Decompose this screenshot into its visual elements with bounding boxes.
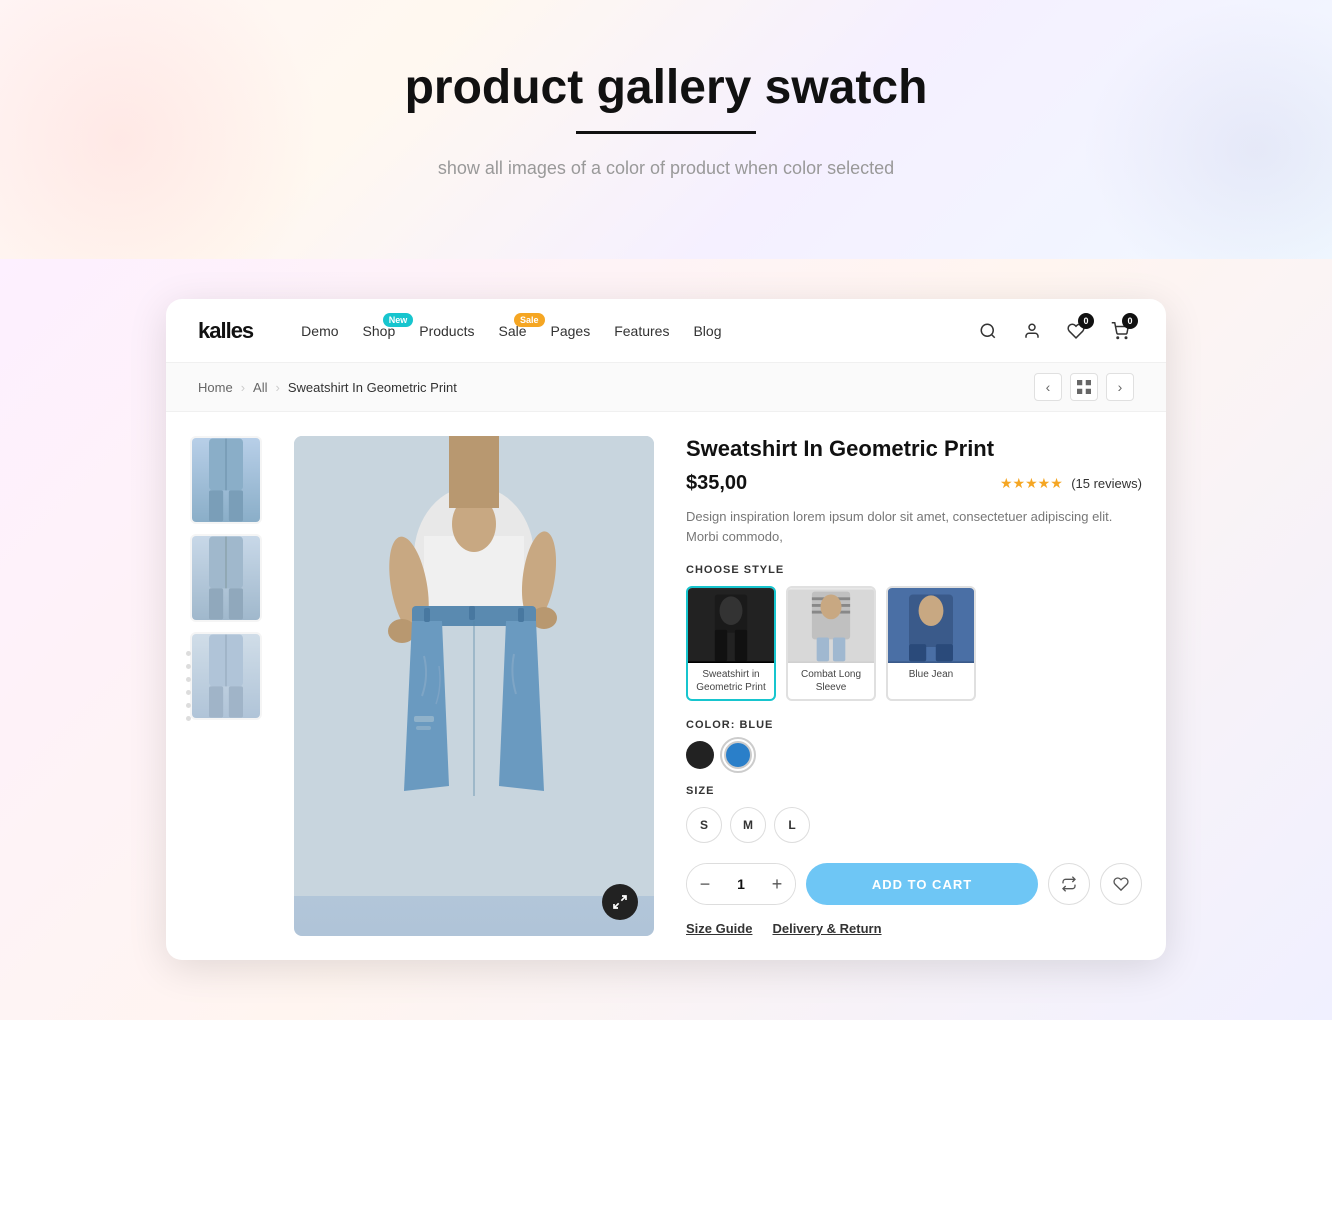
- breadcrumb-navigation: ‹ ›: [1034, 373, 1134, 401]
- breadcrumb-grid-button[interactable]: [1070, 373, 1098, 401]
- sale-badge: Sale: [514, 313, 545, 327]
- size-label: SIZE: [686, 785, 1142, 797]
- review-count: (15 reviews): [1071, 476, 1142, 491]
- breadcrumb-all[interactable]: All: [253, 380, 267, 395]
- thumbnail-2[interactable]: [190, 534, 262, 622]
- nav-item-demo[interactable]: Demo: [301, 323, 338, 339]
- style-option-1[interactable]: Combat Long Sleeve: [786, 586, 876, 701]
- nav-item-products[interactable]: Products: [419, 323, 474, 339]
- thumbnail-image-3: [192, 634, 260, 718]
- dot-2: [186, 664, 191, 669]
- style-thumb-0: [688, 588, 774, 663]
- breadcrumb-sep-2: ›: [275, 380, 279, 395]
- title-underline: [576, 131, 756, 134]
- nav-links: Demo ShopNew Products SaleSale Pages Fea…: [301, 323, 942, 339]
- zoom-button[interactable]: [602, 884, 638, 920]
- star-rating: ★★★★★: [1000, 475, 1063, 491]
- dot-5: [186, 703, 191, 708]
- choose-style-label: CHOOSE STYLE: [686, 564, 1142, 576]
- thumbnail-image-1: [192, 438, 260, 522]
- logo: kalles: [198, 318, 253, 344]
- product-name: Sweatshirt In Geometric Print: [686, 436, 1142, 462]
- product-details: Sweatshirt In Geometric Print $35,00 ★★★…: [686, 436, 1142, 936]
- nav-icons: 0 0: [974, 317, 1134, 345]
- decorative-dots: [186, 651, 191, 721]
- cart-button[interactable]: 0: [1106, 317, 1134, 345]
- product-description: Design inspiration lorem ipsum dolor sit…: [686, 507, 1142, 546]
- dot-3: [186, 677, 191, 682]
- style-options: Sweatshirt in Geometric Print: [686, 586, 1142, 701]
- breadcrumb: Home › All › Sweatshirt In Geometric Pri…: [198, 380, 457, 395]
- wishlist-count: 0: [1078, 313, 1094, 329]
- quantity-value: 1: [723, 876, 759, 892]
- breadcrumb-sep-1: ›: [241, 380, 245, 395]
- color-label: COLOR: BLUE: [686, 719, 1142, 731]
- main-image-placeholder: [294, 436, 654, 936]
- product-thumbnails: [190, 436, 262, 936]
- style-label-0: Sweatshirt in Geometric Print: [688, 663, 774, 699]
- compare-button[interactable]: [1048, 863, 1090, 905]
- wishlist-button[interactable]: 0: [1062, 317, 1090, 345]
- dot-4: [186, 690, 191, 695]
- nav-item-blog[interactable]: Blog: [693, 323, 721, 339]
- dot-1: [186, 651, 191, 656]
- dot-6: [186, 716, 191, 721]
- cart-row: − 1 + ADD TO CART: [686, 863, 1142, 905]
- search-button[interactable]: [974, 317, 1002, 345]
- thumbnail-1[interactable]: [190, 436, 262, 524]
- color-options: [686, 741, 1142, 769]
- breadcrumb-current: Sweatshirt In Geometric Print: [288, 380, 457, 395]
- breadcrumb-bar: Home › All › Sweatshirt In Geometric Pri…: [166, 363, 1166, 412]
- thumbnail-image-2: [192, 536, 260, 620]
- size-options: S M L: [686, 807, 1142, 843]
- breadcrumb-home[interactable]: Home: [198, 380, 233, 395]
- product-area: Sweatshirt In Geometric Print $35,00 ★★★…: [166, 412, 1166, 960]
- style-label-2: Blue Jean: [888, 663, 974, 686]
- quantity-increase-button[interactable]: +: [759, 863, 795, 905]
- nav-item-sale[interactable]: SaleSale: [498, 323, 526, 339]
- style-thumb-2: [888, 588, 974, 663]
- color-swatch-black[interactable]: [686, 741, 714, 769]
- color-swatch-blue[interactable]: [724, 741, 752, 769]
- nav-item-features[interactable]: Features: [614, 323, 669, 339]
- main-product-image: [294, 436, 654, 936]
- store-header: kalles Demo ShopNew Products SaleSale Pa…: [166, 299, 1166, 363]
- page-subtitle: show all images of a color of product wh…: [20, 158, 1312, 179]
- style-option-2[interactable]: Blue Jean: [886, 586, 976, 701]
- product-rating: ★★★★★ (15 reviews): [1000, 475, 1142, 493]
- page-title: product gallery swatch: [20, 60, 1312, 115]
- style-thumb-1: [788, 588, 874, 663]
- size-guide-link[interactable]: Size Guide: [686, 921, 752, 936]
- nav-item-pages[interactable]: Pages: [551, 323, 591, 339]
- quantity-decrease-button[interactable]: −: [687, 863, 723, 905]
- pricing-row: $35,00 ★★★★★ (15 reviews): [686, 472, 1142, 495]
- add-to-cart-button[interactable]: ADD TO CART: [806, 863, 1038, 905]
- delivery-return-link[interactable]: Delivery & Return: [772, 921, 881, 936]
- wishlist-add-button[interactable]: [1100, 863, 1142, 905]
- size-s-button[interactable]: S: [686, 807, 722, 843]
- style-option-0[interactable]: Sweatshirt in Geometric Print: [686, 586, 776, 701]
- store-card: kalles Demo ShopNew Products SaleSale Pa…: [166, 299, 1166, 960]
- cart-count: 0: [1122, 313, 1138, 329]
- breadcrumb-prev-button[interactable]: ‹: [1034, 373, 1062, 401]
- new-badge: New: [383, 313, 414, 327]
- product-price: $35,00: [686, 472, 747, 495]
- style-label-1: Combat Long Sleeve: [788, 663, 874, 699]
- thumbnail-3[interactable]: [190, 632, 262, 720]
- nav-item-shop[interactable]: ShopNew: [363, 323, 396, 339]
- account-button[interactable]: [1018, 317, 1046, 345]
- hero-section: product gallery swatch show all images o…: [0, 0, 1332, 259]
- size-m-button[interactable]: M: [730, 807, 766, 843]
- quantity-control: − 1 +: [686, 863, 796, 905]
- breadcrumb-next-button[interactable]: ›: [1106, 373, 1134, 401]
- product-links: Size Guide Delivery & Return: [686, 921, 1142, 936]
- size-l-button[interactable]: L: [774, 807, 810, 843]
